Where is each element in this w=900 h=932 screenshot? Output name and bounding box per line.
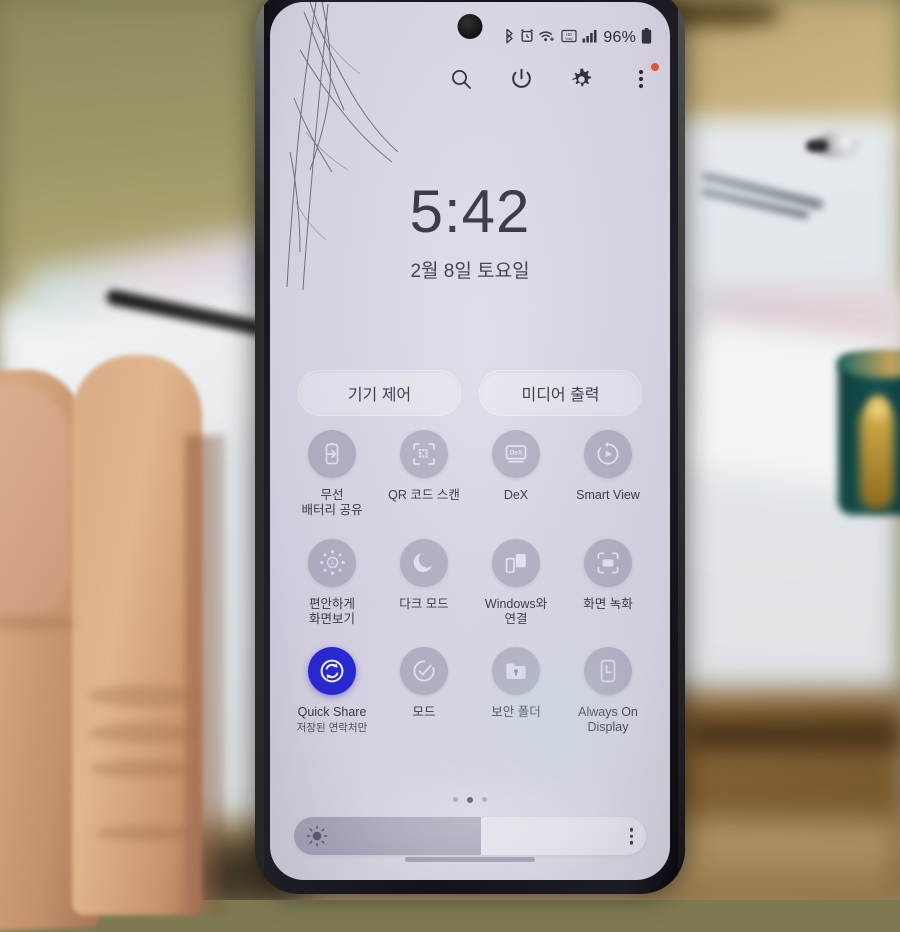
status-bar: HD Voice 96% <box>504 28 652 47</box>
gesture-navigation-bar[interactable] <box>405 857 535 862</box>
quick-settings-row: 무선 배터리 공유 QR 코드 스캔 DeX DeX Smart View <box>286 430 654 519</box>
notification-badge <box>651 63 659 71</box>
toggle-qr-scan[interactable]: QR 코드 스캔 <box>378 430 470 519</box>
toggle-dark-mode[interactable]: 다크 모드 <box>378 538 470 628</box>
svg-text:A: A <box>330 561 334 567</box>
volte-icon: HD Voice <box>561 29 577 46</box>
lockscreen-clock: 5:42 2월 8일 토요일 <box>270 182 670 283</box>
device-control-button[interactable]: 기기 제어 <box>298 370 461 416</box>
toggle-label: Always On Display <box>578 705 638 735</box>
eye-comfort-shield-icon: A <box>308 538 356 587</box>
toggle-sublabel: 저장된 연락처만 <box>296 722 368 735</box>
hand-holding-phone <box>0 355 290 932</box>
toggle-dex[interactable]: DeX DeX <box>470 430 562 519</box>
toggle-always-on-display[interactable]: Always On Display <box>562 647 654 736</box>
qr-scan-icon <box>400 430 448 478</box>
quick-panel-pills: 기기 제어 미디어 출력 <box>298 370 642 416</box>
toggle-secure-folder[interactable]: 보안 폴더 <box>470 647 562 736</box>
toggle-label: DeX <box>503 488 529 502</box>
quick-settings-grid: 무선 배터리 공유 QR 코드 스캔 DeX DeX Smart View A … <box>286 430 654 750</box>
phone-body: HD Voice 96% 5:42 2월 8일 토요일 기기 제어 미디어 출력… <box>255 0 685 894</box>
background-small-object-dark <box>806 140 828 152</box>
page-dot[interactable] <box>453 797 458 802</box>
clock-time: 5:42 <box>409 178 531 245</box>
toggle-screen-recorder[interactable]: 화면 녹화 <box>562 538 654 628</box>
toggle-link-to-windows[interactable]: Windows와 연결 <box>470 538 562 628</box>
toggle-label: Quick Share <box>297 705 367 719</box>
wireless-powershare-icon <box>308 430 356 478</box>
search-button[interactable] <box>446 64 476 94</box>
signal-icon <box>582 29 598 46</box>
toggle-label: 무선 배터리 공유 <box>301 488 363 518</box>
battery-percent-label: 96% <box>603 28 636 46</box>
finger-crease <box>90 760 198 778</box>
smart-view-icon <box>584 430 632 478</box>
screen-recorder-icon <box>584 538 632 587</box>
dex-icon: DeX <box>492 430 540 478</box>
toggle-label: QR 코드 스캔 <box>388 488 460 502</box>
toggle-quick-share[interactable]: Quick Share 저장된 연락처만 <box>286 647 378 736</box>
hand-edge-shadow <box>185 435 225 915</box>
quick-settings-row: A 편안하게 화면보기 다크 모드 Windows와 연결 화면 녹화 <box>286 538 654 628</box>
wifi-icon <box>539 29 556 47</box>
power-button[interactable] <box>506 64 536 94</box>
link-to-windows-icon <box>492 538 540 587</box>
brightness-slider[interactable] <box>294 817 646 855</box>
brightness-more-button[interactable] <box>629 827 633 845</box>
front-camera-icon <box>457 14 483 39</box>
bluetooth-icon <box>504 28 515 47</box>
toggle-smart-view[interactable]: Smart View <box>562 430 654 519</box>
brightness-icon <box>306 825 328 847</box>
more-options-button[interactable] <box>626 63 659 94</box>
always-on-display-icon <box>584 647 632 695</box>
dark-mode-icon <box>400 538 448 587</box>
phone-frame-right <box>678 0 685 894</box>
phone-frame-left <box>255 0 264 894</box>
toggle-label: 보안 폴더 <box>491 705 541 719</box>
modes-icon <box>400 647 448 695</box>
clock-date: 2월 8일 토요일 <box>410 261 530 282</box>
toggle-wireless-powershare[interactable]: 무선 배터리 공유 <box>286 430 378 519</box>
toggle-label: Windows와 연결 <box>484 596 548 626</box>
quick-panel-header <box>446 63 659 94</box>
alarm-icon <box>520 28 534 47</box>
toggle-label: 모드 <box>412 705 436 719</box>
toggle-label: 편안하게 화면보기 <box>308 596 355 626</box>
battery-icon <box>641 28 652 47</box>
toggle-modes[interactable]: 모드 <box>378 647 470 736</box>
toggle-label: 다크 모드 <box>399 596 449 611</box>
finger-crease <box>88 685 198 707</box>
settings-button[interactable] <box>566 64 596 94</box>
media-output-button[interactable]: 미디어 출력 <box>479 370 642 416</box>
page-dot-active[interactable] <box>467 797 473 803</box>
phone-device: HD Voice 96% 5:42 2월 8일 토요일 기기 제어 미디어 출력… <box>255 0 685 894</box>
toggle-label: 화면 녹화 <box>583 596 633 611</box>
svg-text:Voice: Voice <box>565 37 573 41</box>
quick-settings-row: Quick Share 저장된 연락처만 모드 보안 폴더 Always On … <box>286 647 654 736</box>
background-chair-shadow <box>690 720 900 750</box>
toggle-eye-comfort-shield[interactable]: A 편안하게 화면보기 <box>286 538 378 628</box>
finger-crease <box>95 825 195 841</box>
phone-screen: HD Voice 96% 5:42 2월 8일 토요일 기기 제어 미디어 출력… <box>270 2 670 880</box>
thumbnail <box>0 385 70 615</box>
secure-folder-icon <box>492 647 540 695</box>
page-indicator <box>270 797 670 803</box>
svg-text:DeX: DeX <box>510 449 523 456</box>
page-dot[interactable] <box>482 797 487 802</box>
quick-share-icon <box>308 647 356 695</box>
finger-crease <box>88 723 200 743</box>
background-mug-gold-highlight <box>866 395 890 423</box>
toggle-label: Smart View <box>576 488 640 502</box>
